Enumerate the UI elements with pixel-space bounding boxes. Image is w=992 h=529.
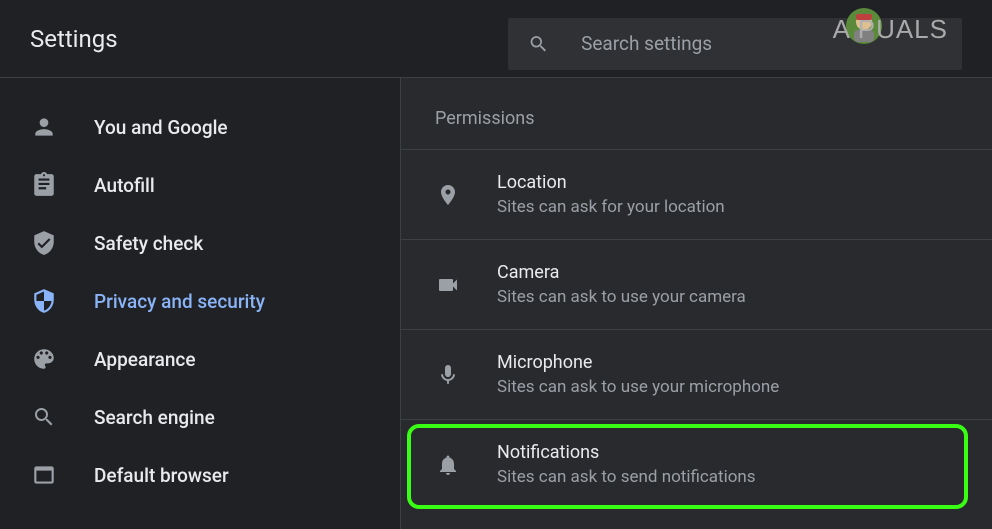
browser-icon <box>30 461 58 489</box>
microphone-icon <box>435 362 461 388</box>
sidebar-item-privacy-and-security[interactable]: Privacy and security <box>0 272 384 330</box>
permission-title: Camera <box>497 262 746 283</box>
sidebar-item-label: Safety check <box>94 232 203 255</box>
page-title: Settings <box>0 25 508 53</box>
search-engine-icon <box>30 403 58 431</box>
sidebar-item-appearance[interactable]: Appearance <box>0 330 384 388</box>
sidebar-item-safety-check[interactable]: Safety check <box>0 214 384 272</box>
sidebar-item-label: Default browser <box>94 464 229 487</box>
permission-item-camera[interactable]: Camera Sites can ask to use your camera <box>401 239 992 329</box>
shield-icon <box>30 287 58 315</box>
permission-subtitle: Sites can ask for your location <box>497 197 725 217</box>
permission-item-notifications[interactable]: Notifications Sites can ask to send noti… <box>401 419 992 509</box>
camera-icon <box>435 272 461 298</box>
palette-icon <box>30 345 58 373</box>
permission-item-location[interactable]: Location Sites can ask for your location <box>401 149 992 239</box>
sidebar-item-search-engine[interactable]: Search engine <box>0 388 384 446</box>
content-panel: Permissions Location Sites can ask for y… <box>400 78 992 529</box>
location-icon <box>435 182 461 208</box>
permission-subtitle: Sites can ask to use your microphone <box>497 377 779 397</box>
bell-icon <box>435 452 461 478</box>
sidebar-item-label: Privacy and security <box>94 290 265 313</box>
sidebar-item-label: Search engine <box>94 406 215 429</box>
sidebar: You and Google Autofill Safety check Pri… <box>0 78 400 529</box>
sidebar-item-default-browser[interactable]: Default browser <box>0 446 384 504</box>
permission-subtitle: Sites can ask to use your camera <box>497 287 746 307</box>
sidebar-item-autofill[interactable]: Autofill <box>0 156 384 214</box>
permission-text-group: Location Sites can ask for your location <box>497 172 725 217</box>
permission-text-group: Notifications Sites can ask to send noti… <box>497 442 756 487</box>
clipboard-icon <box>30 171 58 199</box>
sidebar-item-you-and-google[interactable]: You and Google <box>0 98 384 156</box>
permission-text-group: Camera Sites can ask to use your camera <box>497 262 746 307</box>
permission-title: Location <box>497 172 725 193</box>
permission-subtitle: Sites can ask to send notifications <box>497 467 756 487</box>
main: You and Google Autofill Safety check Pri… <box>0 78 992 529</box>
section-header-permissions: Permissions <box>401 78 992 149</box>
sidebar-item-label: Appearance <box>94 348 196 371</box>
user-icon <box>30 113 58 141</box>
permission-item-microphone[interactable]: Microphone Sites can ask to use your mic… <box>401 329 992 419</box>
watermark-text: A PUALS <box>833 14 948 45</box>
sidebar-item-label: Autofill <box>94 174 155 197</box>
sidebar-item-label: You and Google <box>94 116 228 139</box>
shield-check-icon <box>30 229 58 257</box>
search-icon <box>528 32 549 56</box>
permission-title: Microphone <box>497 352 779 373</box>
permission-text-group: Microphone Sites can ask to use your mic… <box>497 352 779 397</box>
permission-title: Notifications <box>497 442 756 463</box>
